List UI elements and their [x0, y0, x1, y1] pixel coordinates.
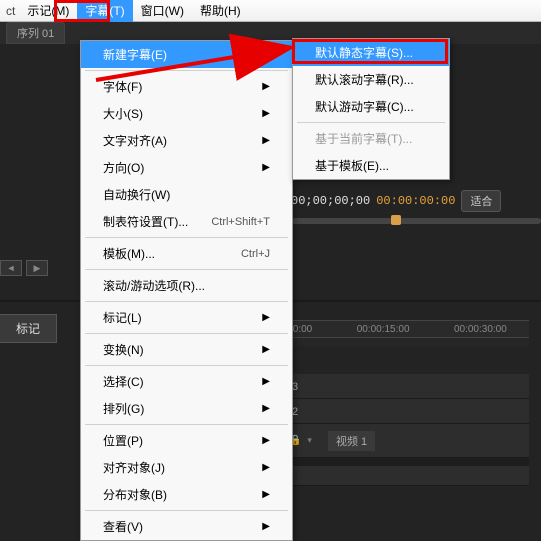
play-button[interactable]: ▶ [26, 260, 48, 276]
timeline-ruler[interactable]: 00:00 00:00:15:00 00:00:30:00 [265, 320, 529, 338]
zoom-handle[interactable] [391, 215, 401, 225]
submenu-item-5[interactable]: 基于模板(E)... [293, 152, 449, 179]
menu-item-label: 新建字幕(E) [103, 46, 167, 63]
menu-item-4[interactable]: 文字对齐(A) ▶ [81, 127, 292, 154]
menu-item-22[interactable]: 分布对象(B) ▶ [81, 481, 292, 508]
menu-item-6[interactable]: 自动换行(W) [81, 181, 292, 208]
submenu-arrow-icon: ▶ [262, 521, 270, 532]
menu-separator [85, 70, 288, 71]
app-title-cut: ct [2, 1, 19, 21]
submenu-arrow-icon: ▶ [262, 162, 270, 173]
menu-item-label: 大小(S) [103, 105, 143, 122]
menu-item-label: 选择(C) [103, 373, 144, 390]
submenu-arrow-icon: ▶ [262, 344, 270, 355]
title-menu: 新建字幕(E) ▶ 字体(F) ▶ 大小(S) ▶ 文字对齐(A) ▶ 方向(O) ▶ 自动换行(W… [80, 40, 293, 541]
menu-item-label: 对齐对象(J) [103, 459, 165, 476]
marker-tab[interactable]: 标记 [0, 314, 57, 343]
menu-item-2[interactable]: 字体(F) ▶ [81, 73, 292, 100]
submenu-item-0[interactable]: 默认静态字幕(S)... [293, 39, 449, 66]
sequence-tab[interactable]: 序列 01 [6, 22, 65, 44]
menu-help[interactable]: 帮助(H) [192, 0, 249, 22]
submenu-arrow-icon: ▶ [262, 49, 270, 60]
transport-controls: ◄ ▶ [0, 260, 48, 276]
menu-item-7[interactable]: 制表符设置(T)... Ctrl+Shift+T [81, 208, 292, 235]
menu-separator [85, 424, 288, 425]
menu-item-label: 制表符设置(T)... [103, 213, 188, 230]
menu-item-18[interactable]: 排列(G) ▶ [81, 395, 292, 422]
menu-item-label: 文字对齐(A) [103, 132, 167, 149]
menu-separator [85, 237, 288, 238]
workarea-bar[interactable] [265, 338, 529, 346]
submenu-arrow-icon: ▶ [262, 462, 270, 473]
menu-item-0[interactable]: 新建字幕(E) ▶ [81, 41, 292, 68]
menu-item-11[interactable]: 滚动/游动选项(R)... [81, 272, 292, 299]
menu-separator [85, 510, 288, 511]
timeline-panel: 00:00 00:00:15:00 00:00:30:00 视频 3 视频 2 … [265, 320, 529, 520]
menu-item-label: 变换(N) [103, 341, 144, 358]
menu-item-label: 方向(O) [103, 159, 144, 176]
submenu-item-1[interactable]: 默认滚动字幕(R)... [293, 66, 449, 93]
submenu-item-2[interactable]: 默认游动字幕(C)... [293, 93, 449, 120]
menu-item-label: 查看(V) [103, 518, 143, 535]
menu-separator [85, 333, 288, 334]
menu-item-15[interactable]: 变换(N) ▶ [81, 336, 292, 363]
menu-item-3[interactable]: 大小(S) ▶ [81, 100, 292, 127]
menubar: ct 示记(M) 字幕(T) 窗口(W) 帮助(H) [0, 0, 541, 22]
menu-marker[interactable]: 示记(M) [19, 0, 77, 22]
menu-item-label: 字体(F) [103, 78, 142, 95]
menu-item-label: 自动换行(W) [103, 186, 170, 203]
submenu-arrow-icon: ▶ [262, 81, 270, 92]
submenu-item-label: 基于模板(E)... [315, 157, 389, 174]
submenu-arrow-icon: ▶ [262, 489, 270, 500]
menu-separator [85, 365, 288, 366]
fit-button[interactable]: 适合 [461, 190, 501, 212]
menu-item-24[interactable]: 查看(V) ▶ [81, 513, 292, 540]
submenu-arrow-icon: ▶ [262, 403, 270, 414]
submenu-separator [297, 122, 445, 123]
menu-item-label: 分布对象(B) [103, 486, 167, 503]
menu-title[interactable]: 字幕(T) [77, 0, 132, 22]
submenu-item-label: 默认静态字幕(S)... [315, 44, 413, 61]
track-label: 视频 1 [328, 431, 375, 451]
menu-item-label: 位置(P) [103, 432, 143, 449]
zoom-slider[interactable] [291, 218, 541, 224]
menu-item-label: 标记(L) [103, 309, 142, 326]
menu-item-label: 滚动/游动选项(R)... [103, 277, 205, 294]
submenu-arrow-icon: ▶ [262, 435, 270, 446]
menu-separator [85, 301, 288, 302]
submenu-item-label: 基于当前字幕(T)... [315, 130, 412, 147]
ruler-tick: 00:00:15:00 [357, 324, 410, 335]
menu-shortcut: Ctrl+Shift+T [211, 216, 270, 228]
ruler-tick: 00:00:30:00 [454, 324, 507, 335]
submenu-arrow-icon: ▶ [262, 312, 270, 323]
menu-item-5[interactable]: 方向(O) ▶ [81, 154, 292, 181]
menu-item-label: 模板(M)... [103, 245, 155, 262]
submenu-arrow-icon: ▶ [262, 135, 270, 146]
menu-window[interactable]: 窗口(W) [133, 0, 192, 22]
menu-item-label: 排列(G) [103, 400, 144, 417]
menu-separator [85, 269, 288, 270]
tc-dark: 00;00;00;00 [291, 194, 370, 208]
menu-item-9[interactable]: 模板(M)... Ctrl+J [81, 240, 292, 267]
submenu-arrow-icon: ▶ [262, 108, 270, 119]
menu-item-17[interactable]: 选择(C) ▶ [81, 368, 292, 395]
track-audio[interactable] [265, 466, 529, 486]
collapse-arrow-icon[interactable]: ▾ [307, 435, 312, 446]
tc-orange[interactable]: 00:00:00:00 [376, 194, 455, 208]
menu-item-20[interactable]: 位置(P) ▶ [81, 427, 292, 454]
menu-shortcut: Ctrl+J [241, 248, 270, 260]
new-title-submenu: 默认静态字幕(S)... 默认滚动字幕(R)... 默认游动字幕(C)... 基于当前… [292, 38, 450, 180]
submenu-arrow-icon: ▶ [262, 376, 270, 387]
prev-button[interactable]: ◄ [0, 260, 22, 276]
submenu-item-label: 默认滚动字幕(R)... [315, 71, 414, 88]
menu-item-21[interactable]: 对齐对象(J) ▶ [81, 454, 292, 481]
program-tc: 00;00;00;00 00:00:00:00 适合 [291, 190, 541, 230]
menu-item-13[interactable]: 标记(L) ▶ [81, 304, 292, 331]
submenu-item-4: 基于当前字幕(T)... [293, 125, 449, 152]
track-v1[interactable]: 👁 🔒 ▾ 视频 1 [265, 424, 529, 458]
submenu-item-label: 默认游动字幕(C)... [315, 98, 414, 115]
